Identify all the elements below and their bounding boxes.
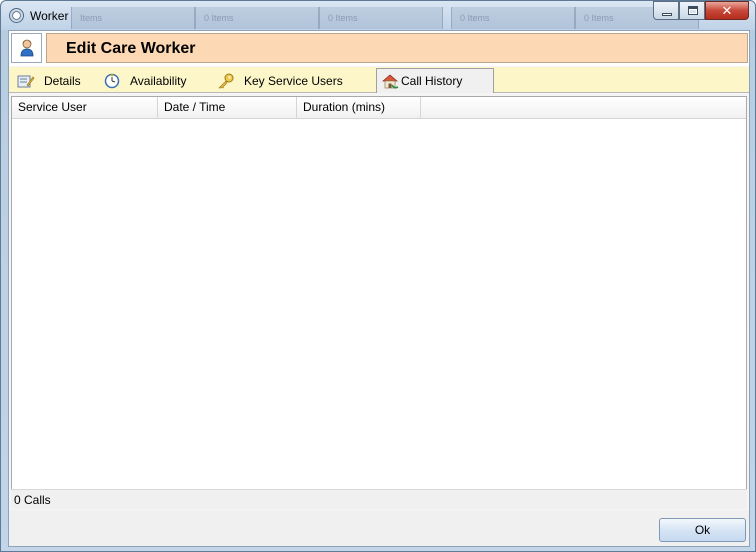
tab-strip: Details Availability Key Service Users C… xyxy=(9,67,749,93)
call-history-grid[interactable]: Service User Date / Time Duration (mins) xyxy=(11,96,747,508)
background-tab: 0 Items xyxy=(319,7,443,29)
house-phone-icon xyxy=(382,74,399,89)
caption-buttons: ✕ xyxy=(653,1,749,20)
call-count: 0 Calls xyxy=(14,493,51,507)
app-icon xyxy=(9,8,24,23)
tab-details[interactable]: Details xyxy=(11,69,81,93)
window-title: Worker xyxy=(30,9,69,23)
background-tab: Items xyxy=(71,7,195,29)
button-bar: Ok xyxy=(9,510,749,546)
background-tabs: Items 0 Items 0 Items 0 Items 0 Items xyxy=(71,7,699,29)
close-icon: ✕ xyxy=(721,3,733,18)
key-icon xyxy=(218,73,234,89)
column-header-duration[interactable]: Duration (mins) xyxy=(297,97,421,118)
page-title: Edit Care Worker xyxy=(66,40,196,57)
details-icon xyxy=(17,75,35,88)
title-bar[interactable]: Worker Items 0 Items 0 Items 0 Items 0 I… xyxy=(1,1,755,30)
tab-key-service-users[interactable]: Key Service Users xyxy=(211,69,343,93)
background-tab: 0 Items xyxy=(195,7,319,29)
close-button[interactable]: ✕ xyxy=(705,1,749,20)
background-tab: 0 Items xyxy=(451,7,575,29)
column-header-service-user[interactable]: Service User xyxy=(12,97,158,118)
worker-window: Worker Items 0 Items 0 Items 0 Items 0 I… xyxy=(0,0,756,552)
grid-body[interactable] xyxy=(12,119,746,507)
tab-call-history[interactable]: Call History xyxy=(376,68,494,93)
maximize-icon xyxy=(688,6,698,15)
grid-header: Service User Date / Time Duration (mins) xyxy=(12,97,746,119)
column-header-date-time[interactable]: Date / Time xyxy=(158,97,297,118)
maximize-button[interactable] xyxy=(679,1,705,20)
clock-icon xyxy=(104,73,120,89)
minimize-icon xyxy=(662,13,672,16)
dialog-client-area: Edit Care Worker Details Availability Ke… xyxy=(8,30,750,547)
ok-button[interactable]: Ok xyxy=(659,518,746,542)
header-icon-box xyxy=(11,33,42,63)
minimize-button[interactable] xyxy=(653,1,679,20)
header-title-box: Edit Care Worker xyxy=(46,33,748,63)
header-bar: Edit Care Worker xyxy=(9,31,749,66)
tab-availability[interactable]: Availability xyxy=(97,69,186,93)
person-icon xyxy=(20,39,34,57)
status-footer: 0 Calls xyxy=(11,489,747,509)
